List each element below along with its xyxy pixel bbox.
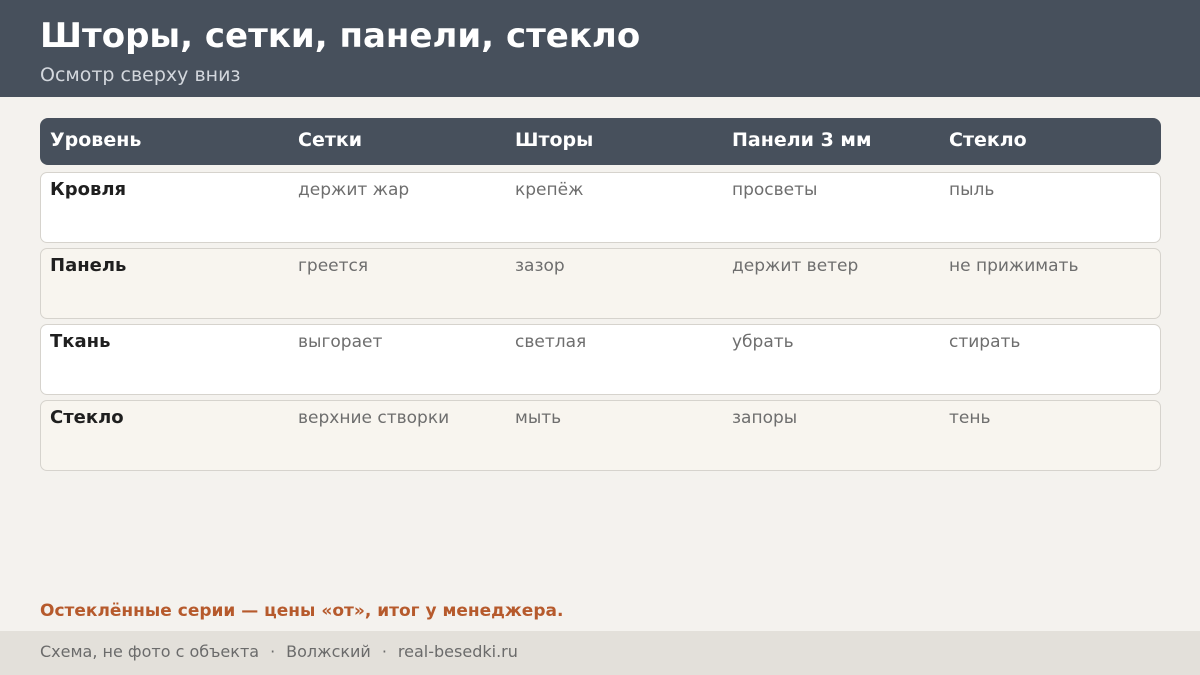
cell-curtains: зазор: [515, 256, 565, 276]
cell-curtains: светлая: [515, 332, 587, 352]
row-level: Ткань: [50, 331, 111, 352]
page-title: Шторы, сетки, панели, стекло: [40, 16, 641, 56]
header: Шторы, сетки, панели, стекло Осмотр свер…: [0, 0, 1200, 97]
footer-separator: ·: [270, 642, 276, 661]
column-header-glass: Стекло: [949, 129, 1027, 151]
column-header-curtains: Шторы: [515, 129, 594, 151]
footer-disclaimer: Схема, не фото с объекта: [40, 642, 260, 661]
cell-panels: просветы: [732, 180, 818, 200]
cell-panels: убрать: [732, 332, 794, 352]
table-row: Панель греется зазор держит ветер не при…: [40, 248, 1161, 319]
table-row: Кровля держит жар крепёж просветы пыль: [40, 172, 1161, 243]
cell-glass: пыль: [949, 180, 995, 200]
cell-curtains: крепёж: [515, 180, 584, 200]
footer-text: Схема, не фото с объекта · Волжский · real-b…: [40, 641, 518, 663]
footer-site-link[interactable]: real-besedki.ru: [398, 642, 518, 661]
table-header: Уровень Сетки Шторы Панели 3 мм Стекло: [40, 118, 1161, 165]
table-row: Стекло верхние створки мыть запоры тень: [40, 400, 1161, 471]
page: Шторы, сетки, панели, стекло Осмотр свер…: [0, 0, 1200, 675]
cell-glass: не прижимать: [949, 256, 1079, 276]
column-header-nets: Сетки: [298, 129, 363, 151]
row-level: Панель: [50, 255, 127, 276]
footer-city: Волжский: [286, 642, 371, 661]
row-level: Кровля: [50, 179, 127, 200]
footer-separator: ·: [381, 642, 387, 661]
row-level: Стекло: [50, 407, 124, 428]
cell-glass: тень: [949, 408, 991, 428]
cell-nets: выгорает: [298, 332, 383, 352]
cell-nets: греется: [298, 256, 369, 276]
column-header-level: Уровень: [50, 129, 142, 151]
cell-panels: держит ветер: [732, 256, 859, 276]
cell-panels: запоры: [732, 408, 798, 428]
cell-curtains: мыть: [515, 408, 562, 428]
column-header-panels: Панели 3 мм: [732, 129, 872, 151]
table-row: Ткань выгорает светлая убрать стирать: [40, 324, 1161, 395]
page-subtitle: Осмотр сверху вниз: [40, 64, 241, 86]
pricing-note: Остеклённые серии — цены «от», итог у ме…: [40, 601, 564, 621]
footer: Схема, не фото с объекта · Волжский · real-b…: [0, 631, 1200, 675]
cell-nets: верхние створки: [298, 408, 450, 428]
cell-glass: стирать: [949, 332, 1021, 352]
cell-nets: держит жар: [298, 180, 410, 200]
